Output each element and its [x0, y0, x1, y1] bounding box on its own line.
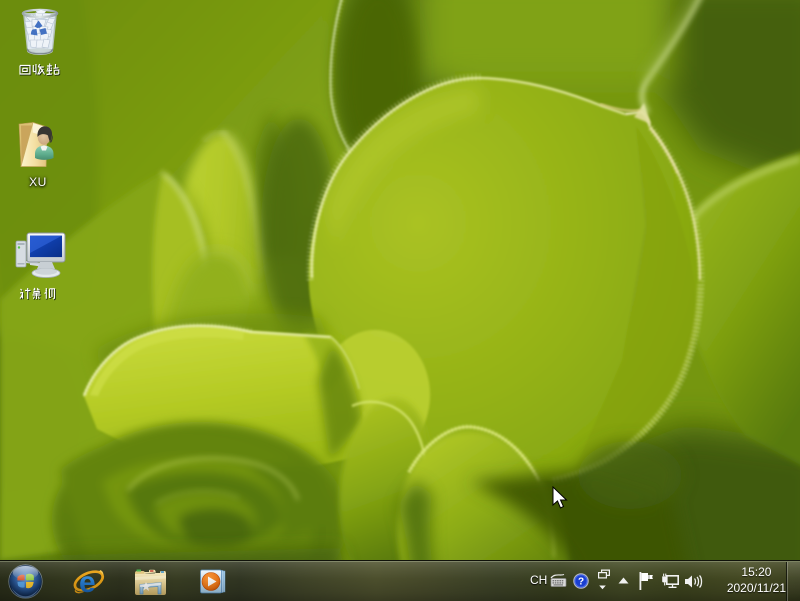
- svg-text:e: e: [79, 566, 96, 598]
- svg-text:?: ?: [578, 577, 584, 588]
